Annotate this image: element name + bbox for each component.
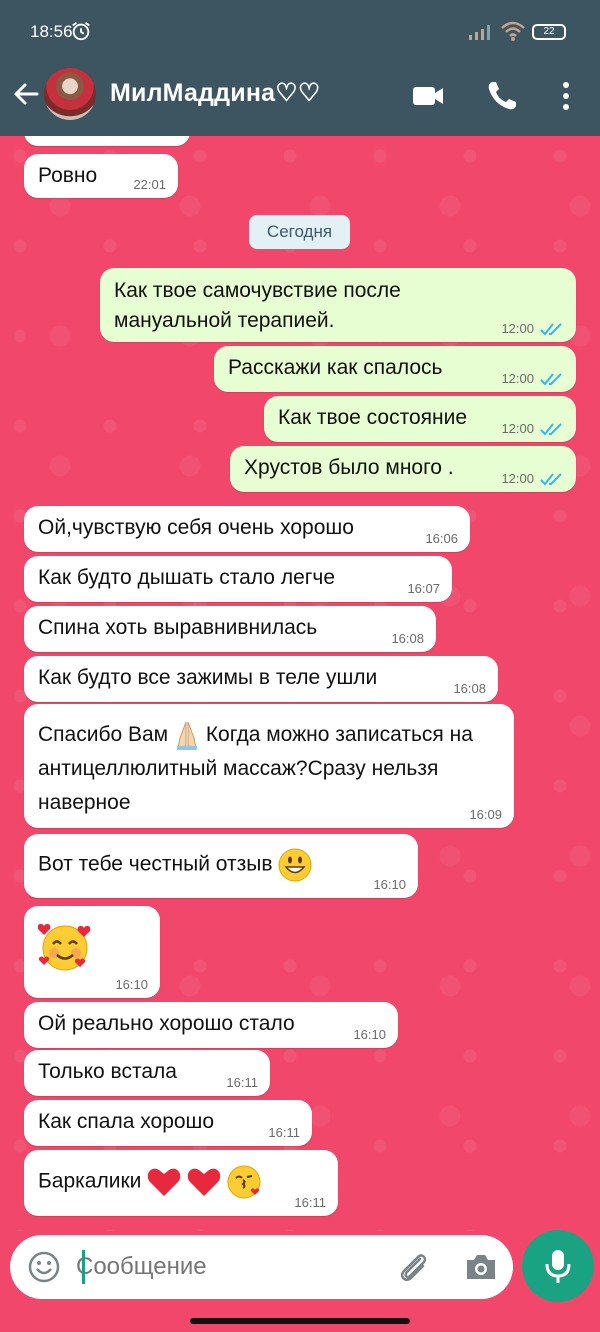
message-text: Только встала [38,1060,177,1083]
message-text: Расскажи как спалось [228,356,443,379]
message-text: Хрустов было много . [244,456,454,479]
battery-indicator: 22 [532,24,566,40]
message-bubble-incoming[interactable]: 16:10 [24,906,160,998]
read-receipt-icon [540,373,562,386]
read-receipt-icon [540,423,562,436]
folded-hands-emoji-icon [176,722,197,751]
attachment-icon[interactable] [396,1249,432,1285]
message-time: 16:11 [268,1125,300,1140]
message-bubble-incoming[interactable]: Спасибо Вам Когда можно записаться на ан… [24,704,514,828]
message-time: 16:11 [294,1195,326,1210]
read-receipt-icon [540,323,562,336]
message-text: Как будто дышать стало легче [38,566,336,589]
message-bubble-outgoing[interactable]: Как твое состояние 12:00 [264,396,576,442]
red-heart-emoji-icon [147,1168,181,1196]
status-bar: 18:56 22 [0,0,600,60]
camera-icon[interactable] [464,1251,498,1283]
message-text: Как твое состояние [278,406,468,429]
chat-header: МилМаддина♡♡ [0,60,600,136]
contact-name[interactable]: МилМаддина♡♡ [110,78,320,108]
message-bubble-incoming[interactable]: Как спала хорошо 16:11 [24,1100,312,1146]
message-bubble-outgoing[interactable]: Как твое самочувствие после мануальной т… [100,268,576,342]
microphone-icon [545,1250,571,1283]
status-time: 18:56 [30,22,73,41]
read-receipt-icon [540,473,562,486]
message-time: 16:07 [407,581,440,596]
message-time: 22:01 [133,177,166,192]
back-arrow-icon[interactable] [10,78,42,110]
message-text: Как спала хорошо [38,1110,215,1133]
message-time: 16:11 [226,1075,258,1090]
more-options-icon[interactable] [548,78,584,114]
chat-area[interactable]: Ровно 22:01 Как твое самочувствие после … [0,136,600,1231]
wifi-icon [501,21,525,41]
emoji-icon[interactable] [28,1251,60,1283]
message-text: Как будто все зажимы в теле ушли [38,666,378,689]
date-separator: Сегодня [249,215,350,249]
voice-message-button[interactable] [522,1230,594,1302]
message-time: 16:10 [353,1027,386,1042]
message-time: 12:00 [501,321,534,336]
message-bubble-incoming[interactable]: Спина хоть выравнивнилась 16:08 [24,606,436,652]
message-bubble-incoming[interactable]: Баркалики 16:11 [24,1150,338,1216]
message-time: 12:00 [501,371,534,386]
message-text: Спина хоть выравнивнилась [38,616,318,639]
message-bubble-incoming[interactable]: Ой реально хорошо стало 16:10 [24,1002,398,1048]
text-cursor [82,1250,85,1284]
message-bubble-incoming[interactable]: Ровно 22:01 [24,154,178,198]
message-text: Спасибо Вам [38,723,169,746]
message-bubble-outgoing[interactable]: Хрустов было много . 12:00 [230,446,576,492]
message-bubble-incoming[interactable]: Как будто дышать стало легче 16:07 [24,556,452,602]
video-call-icon[interactable] [410,78,446,114]
message-bubble-incoming[interactable]: Вот тебе честный отзыв 16:10 [24,834,418,898]
grinning-face-emoji-icon [278,848,312,882]
voice-call-icon[interactable] [484,78,520,114]
message-input[interactable] [76,1251,376,1283]
alarm-icon [72,22,90,41]
message-bubble-incoming[interactable]: Только встала 16:11 [24,1050,270,1096]
face-blowing-kiss-emoji-icon [227,1165,261,1199]
message-text: Баркалики [38,1169,142,1193]
message-bubble-incoming[interactable] [24,136,190,146]
signal-icon [469,25,490,40]
red-heart-emoji-icon [187,1168,221,1196]
message-time: 12:00 [501,471,534,486]
message-composer[interactable] [10,1235,513,1299]
message-time: 16:06 [425,531,458,546]
message-time: 12:00 [501,421,534,436]
message-time: 16:10 [373,877,406,892]
home-indicator [190,1318,410,1324]
message-text: Как твое самочувствие после мануальной т… [114,279,401,332]
message-bubble-incoming[interactable]: Ой,чувствую себя очень хорошо 16:06 [24,506,470,552]
message-text: Ой,чувствую себя очень хорошо [38,516,354,539]
message-time: 16:08 [391,631,424,646]
message-bubble-outgoing[interactable]: Расскажи как спалось 12:00 [214,346,576,392]
contact-avatar[interactable] [44,68,96,120]
message-bubble-incoming[interactable]: Как будто все зажимы в теле ушли 16:08 [24,656,498,702]
message-time: 16:09 [469,807,502,822]
smiling-face-with-hearts-emoji-icon [38,923,91,971]
message-text: Ой реально хорошо стало [38,1012,295,1035]
message-time: 16:08 [453,681,486,696]
message-text: Ровно [38,164,98,187]
message-time: 16:10 [115,977,148,992]
message-text: Вот тебе честный отзыв [38,852,273,876]
